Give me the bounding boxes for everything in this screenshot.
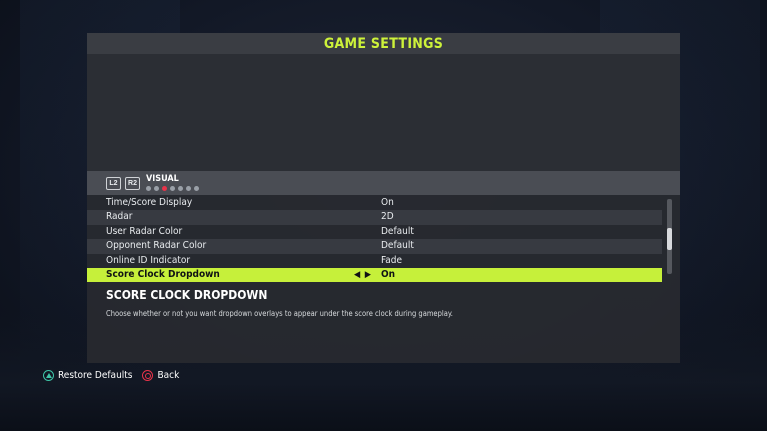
- page-title: GAME SETTINGS: [323, 35, 444, 52]
- restore-defaults-label: Restore Defaults: [58, 370, 133, 381]
- value-arrows-icon[interactable]: ◀ ▶: [354, 268, 372, 282]
- setting-label: User Radar Color: [106, 225, 183, 237]
- setting-value: Fade: [381, 254, 403, 266]
- settings-panel: GAME SETTINGS L2 R2 VISUAL Time/Score Di…: [87, 33, 680, 363]
- title-bar: GAME SETTINGS: [87, 33, 680, 54]
- setting-label: Online ID Indicator: [106, 254, 191, 266]
- setting-label: Radar: [106, 211, 133, 223]
- setting-value: On: [381, 197, 394, 208]
- setting-label: Score Clock Dropdown: [106, 268, 220, 280]
- setting-row-score-clock-dropdown[interactable]: Score Clock Dropdown ◀ ▶ On: [87, 267, 662, 283]
- setting-row-opponent-radar-color[interactable]: Opponent Radar Color Default: [87, 239, 662, 254]
- page-dot: [154, 186, 159, 191]
- l2-button-icon[interactable]: L2: [106, 177, 121, 190]
- setting-value: 2D: [381, 211, 394, 223]
- settings-list: Time/Score Display On Radar 2D User Rada…: [87, 196, 662, 283]
- restore-defaults-button[interactable]: Restore Defaults: [43, 370, 132, 381]
- description-text: Choose whether or not you want dropdown …: [106, 309, 453, 318]
- setting-row-radar[interactable]: Radar 2D: [87, 210, 662, 225]
- page-dot-active: [162, 186, 167, 191]
- settings-scrollbar[interactable]: [667, 199, 672, 274]
- description-title: SCORE CLOCK DROPDOWN: [106, 288, 268, 302]
- back-label: Back: [157, 370, 180, 381]
- setting-row-user-radar-color[interactable]: User Radar Color Default: [87, 225, 662, 239]
- footer-actions: Restore Defaults Back: [43, 370, 179, 381]
- page-dot: [194, 186, 199, 191]
- setting-value: On: [381, 268, 396, 280]
- page-dot: [170, 186, 175, 191]
- triangle-button-icon: [43, 370, 54, 381]
- setting-value: Default: [381, 225, 414, 237]
- circle-button-icon: [142, 370, 154, 381]
- category-tab-bar: L2 R2 VISUAL: [87, 171, 680, 195]
- page-dot: [186, 186, 191, 191]
- preview-area: [87, 54, 680, 171]
- r2-button-icon[interactable]: R2: [125, 177, 140, 190]
- page-dot: [146, 186, 151, 191]
- page-indicator: [146, 186, 199, 191]
- setting-label: Time/Score Display: [106, 197, 193, 208]
- page-dot: [178, 186, 183, 191]
- tab-visual[interactable]: VISUAL: [146, 174, 179, 184]
- setting-row-time-score-display[interactable]: Time/Score Display On: [87, 196, 662, 210]
- back-button[interactable]: Back: [142, 370, 179, 381]
- setting-row-online-id-indicator[interactable]: Online ID Indicator Fade: [87, 254, 662, 268]
- setting-label: Opponent Radar Color: [106, 240, 207, 252]
- scrollbar-thumb[interactable]: [667, 228, 672, 250]
- setting-value: Default: [381, 240, 414, 252]
